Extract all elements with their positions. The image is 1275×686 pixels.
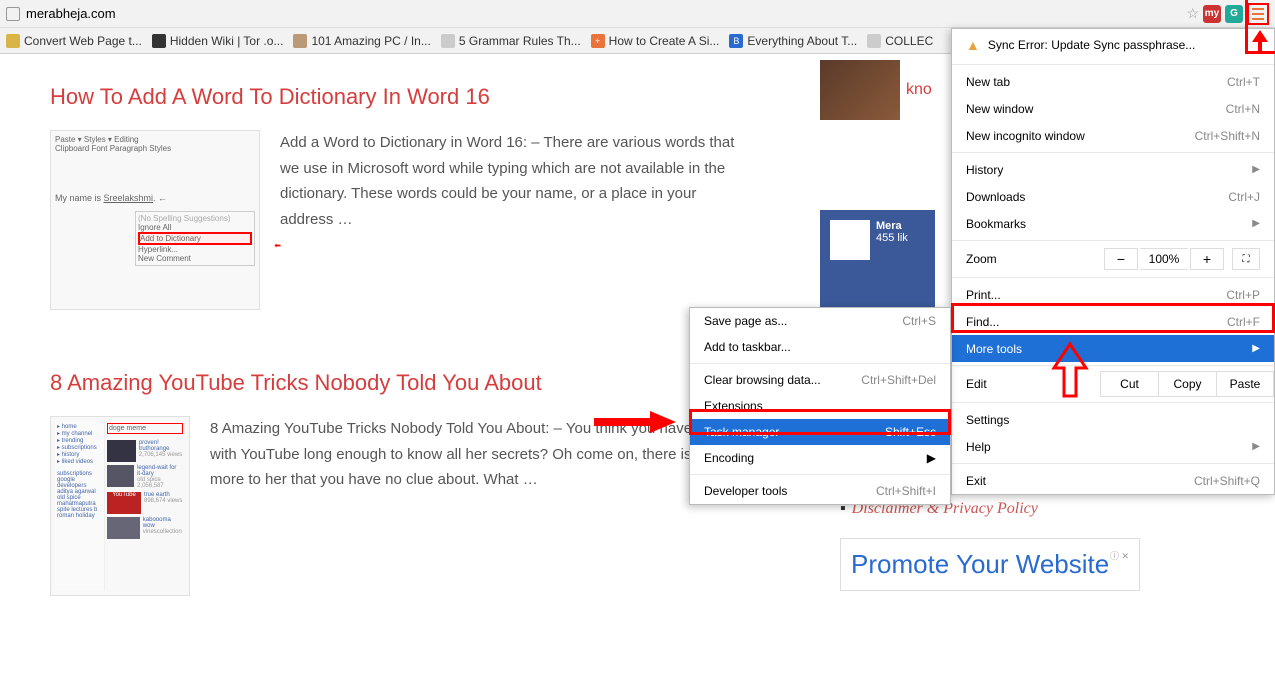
submenu-encoding[interactable]: Encoding▶ <box>690 445 950 471</box>
chevron-right-icon: ▶ <box>1252 441 1260 452</box>
ad-block[interactable]: ⓘ ✕ Promote Your Website <box>840 538 1140 591</box>
post-thumbnail: Paste ▾ Styles ▾ EditingClipboard Font P… <box>50 130 260 310</box>
sidebar-thumb <box>820 60 900 120</box>
bookmark-item[interactable]: +How to Create A Si... <box>591 34 720 48</box>
paste-button[interactable]: Paste <box>1216 371 1274 397</box>
bookmark-star-icon[interactable]: ☆ <box>1186 5 1199 22</box>
menu-new-window[interactable]: New windowCtrl+N <box>952 95 1274 122</box>
menu-more-tools[interactable]: More tools▶ <box>952 335 1274 362</box>
ad-title: Promote Your Website <box>851 549 1129 580</box>
address-bar: ☆ my G <box>0 0 1275 28</box>
menu-downloads[interactable]: DownloadsCtrl+J <box>952 183 1274 210</box>
bookmark-item[interactable]: BEverything About T... <box>729 34 857 48</box>
menu-new-tab[interactable]: New tabCtrl+T <box>952 68 1274 95</box>
warning-icon: ▲ <box>966 37 980 53</box>
menu-sync-error[interactable]: ▲ Sync Error: Update Sync passphrase... <box>952 29 1274 61</box>
bookmark-item[interactable]: Convert Web Page t... <box>6 34 142 48</box>
submenu-task-manager[interactable]: Task managerShift+Esc <box>690 419 950 445</box>
menu-print[interactable]: Print...Ctrl+P <box>952 281 1274 308</box>
zoom-value: 100% <box>1140 248 1188 270</box>
more-tools-submenu: Save page as...Ctrl+S Add to taskbar... … <box>689 307 951 505</box>
bookmark-item[interactable]: Hidden Wiki | Tor .o... <box>152 34 284 48</box>
fullscreen-button[interactable]: ⛶ <box>1232 248 1260 270</box>
chrome-menu-button[interactable] <box>1247 3 1269 25</box>
submenu-add-taskbar[interactable]: Add to taskbar... <box>690 334 950 360</box>
url-input[interactable] <box>24 4 1182 23</box>
chevron-right-icon: ▶ <box>1252 218 1260 229</box>
extension-grammarly-icon[interactable]: G <box>1225 5 1243 23</box>
menu-history[interactable]: History▶ <box>952 156 1274 183</box>
post-title-link[interactable]: How To Add A Word To Dictionary In Word … <box>50 84 750 110</box>
menu-exit[interactable]: ExitCtrl+Shift+Q <box>952 467 1274 494</box>
chrome-main-menu: ▲ Sync Error: Update Sync passphrase... … <box>951 28 1275 495</box>
sidebar-link[interactable]: kno <box>906 81 932 99</box>
extension-my-icon[interactable]: my <box>1203 5 1221 23</box>
post-excerpt: Add a Word to Dictionary in Word 16: – T… <box>280 130 750 310</box>
sidebar-lower: Disclaimer & Privacy Policy ⓘ ✕ Promote … <box>840 500 1140 591</box>
menu-new-incognito[interactable]: New incognito windowCtrl+Shift+N <box>952 122 1274 149</box>
chevron-right-icon: ▶ <box>927 451 936 465</box>
submenu-dev-tools[interactable]: Developer toolsCtrl+Shift+I <box>690 478 950 504</box>
page-icon <box>6 7 20 21</box>
bookmark-item[interactable]: COLLEC <box>867 34 933 48</box>
zoom-out-button[interactable]: − <box>1104 248 1138 270</box>
chevron-right-icon: ▶ <box>1252 164 1260 175</box>
chevron-right-icon: ▶ <box>1252 343 1260 354</box>
menu-bookmarks[interactable]: Bookmarks▶ <box>952 210 1274 237</box>
submenu-save-page[interactable]: Save page as...Ctrl+S <box>690 308 950 334</box>
post-thumbnail: ▸ home▸ my channel▸ trending▸ subscripti… <box>50 416 190 596</box>
bookmark-item[interactable]: 5 Grammar Rules Th... <box>441 34 581 48</box>
submenu-extensions[interactable]: Extensions <box>690 393 950 419</box>
post-excerpt: 8 Amazing YouTube Tricks Nobody Told You… <box>210 416 750 596</box>
bookmark-item[interactable]: 101 Amazing PC / In... <box>293 34 430 48</box>
menu-help[interactable]: Help▶ <box>952 433 1274 460</box>
menu-zoom: Zoom − 100% + ⛶ <box>952 244 1274 274</box>
post-title-link[interactable]: 8 Amazing YouTube Tricks Nobody Told You… <box>50 370 750 396</box>
ad-badge-icon[interactable]: ⓘ ✕ <box>1110 549 1129 562</box>
page-content: How To Add A Word To Dictionary In Word … <box>0 54 800 686</box>
copy-button[interactable]: Copy <box>1158 371 1216 397</box>
menu-settings[interactable]: Settings <box>952 406 1274 433</box>
menu-edit: Edit Cut Copy Paste <box>952 369 1274 399</box>
menu-find[interactable]: Find...Ctrl+F <box>952 308 1274 335</box>
submenu-clear-data[interactable]: Clear browsing data...Ctrl+Shift+Del <box>690 367 950 393</box>
cut-button[interactable]: Cut <box>1100 371 1158 397</box>
zoom-in-button[interactable]: + <box>1190 248 1224 270</box>
